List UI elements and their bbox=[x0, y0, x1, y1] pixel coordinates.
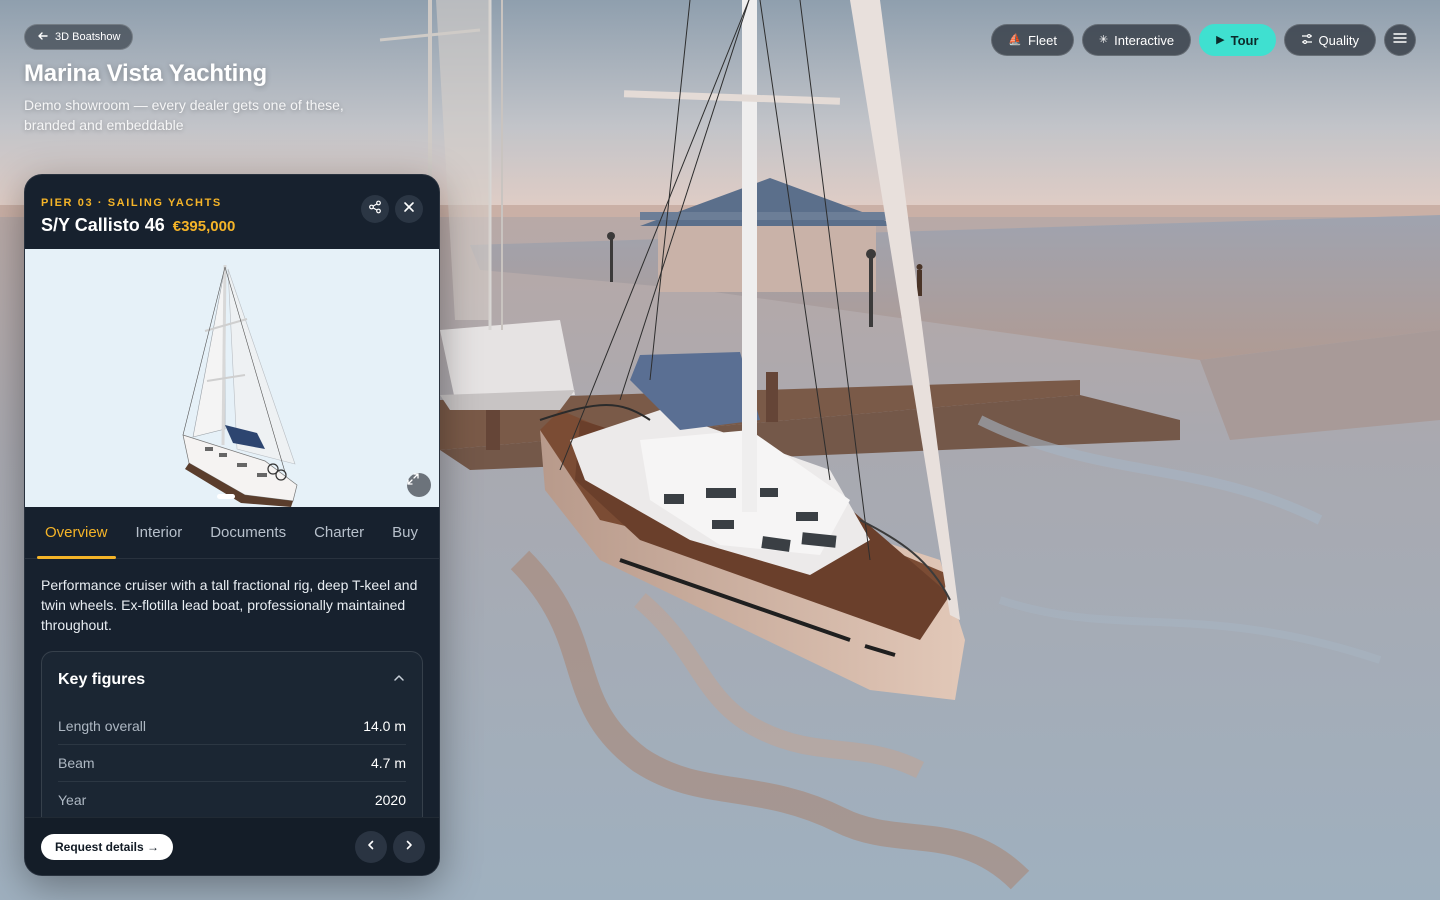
tab-charter[interactable]: Charter bbox=[306, 507, 372, 559]
arrow-left-icon bbox=[37, 30, 49, 44]
key-figure-label: Beam bbox=[58, 755, 95, 771]
sparkle-icon: ✳ bbox=[1098, 33, 1109, 46]
fleet-button[interactable]: ⛵ Fleet bbox=[991, 24, 1074, 56]
key-figure-row: Year 2020 bbox=[58, 782, 406, 819]
overview-content: Performance cruiser with a tall fraction… bbox=[25, 559, 439, 831]
sliders-icon bbox=[1301, 33, 1313, 48]
yacht-price: €395,000 bbox=[172, 218, 236, 235]
interactive-label: Interactive bbox=[1114, 32, 1175, 48]
key-figure-value: 4.7 m bbox=[370, 755, 406, 771]
close-button[interactable] bbox=[395, 195, 423, 223]
yacht-name: S/Y Callisto 46 bbox=[41, 215, 165, 235]
back-to-boatshow-button[interactable]: 3D Boatshow bbox=[24, 24, 134, 50]
interactive-button[interactable]: ✳ Interactive bbox=[1081, 24, 1192, 56]
fleet-label: Fleet bbox=[1028, 32, 1057, 48]
top-toolbar: ⛵ Fleet ✳ Interactive ▶ Tour Quality bbox=[991, 24, 1416, 56]
listing-footer: Request details → bbox=[25, 817, 439, 875]
key-figures-card: Key figures Length overall 14.0 m Beam 4… bbox=[41, 651, 423, 831]
menu-button[interactable] bbox=[1384, 24, 1416, 56]
hamburger-icon bbox=[1393, 31, 1407, 49]
showroom-subtitle: Demo showroom — every dealer gets one of… bbox=[24, 97, 344, 133]
previous-yacht-button[interactable] bbox=[355, 831, 387, 863]
next-yacht-button[interactable] bbox=[393, 831, 425, 863]
sailboat-icon: ⛵ bbox=[1008, 33, 1023, 46]
play-icon: ▶ bbox=[1216, 33, 1225, 46]
close-icon bbox=[403, 200, 415, 218]
tab-documents[interactable]: Documents bbox=[202, 507, 294, 559]
yacht-listing-panel: PIER 03 · SAILING YACHTS S/Y Callisto 46… bbox=[24, 174, 440, 876]
key-figure-label: Year bbox=[58, 792, 87, 808]
share-button[interactable] bbox=[361, 195, 389, 223]
chevron-left-icon bbox=[365, 838, 377, 856]
quality-label: Quality bbox=[1318, 32, 1359, 48]
key-figure-value: 14.0 m bbox=[363, 718, 406, 734]
yacht-preview-render bbox=[182, 264, 298, 507]
chevron-up-icon bbox=[392, 671, 406, 690]
chevron-right-icon bbox=[403, 838, 415, 856]
tour-button[interactable]: ▶ Tour bbox=[1199, 24, 1276, 56]
yacht-description: Performance cruiser with a tall fraction… bbox=[41, 577, 418, 633]
back-label: 3D Boatshow bbox=[55, 31, 121, 43]
listing-header: PIER 03 · SAILING YACHTS S/Y Callisto 46… bbox=[25, 175, 439, 249]
showroom-title: Marina Vista Yachting bbox=[24, 60, 268, 87]
tour-label: Tour bbox=[1230, 32, 1259, 48]
share-icon bbox=[368, 200, 382, 219]
listing-tabs: Overview Interior Documents Charter Buy bbox=[25, 507, 439, 559]
key-figures-title: Key figures bbox=[58, 671, 146, 688]
tab-buy[interactable]: Buy bbox=[384, 507, 426, 559]
quality-button[interactable]: Quality bbox=[1283, 24, 1376, 56]
key-figure-label: Length overall bbox=[58, 718, 146, 734]
tab-interior[interactable]: Interior bbox=[128, 507, 191, 559]
key-figures-toggle[interactable]: Key figures bbox=[58, 652, 406, 708]
yacht-3d-preview[interactable] bbox=[25, 249, 439, 507]
key-figure-row: Length overall 14.0 m bbox=[58, 708, 406, 745]
expand-viewer-button[interactable] bbox=[407, 473, 431, 497]
key-figure-value: 2020 bbox=[374, 792, 406, 808]
request-details-button[interactable]: Request details → bbox=[41, 833, 174, 860]
carousel-indicator[interactable] bbox=[217, 494, 235, 499]
key-figure-row: Beam 4.7 m bbox=[58, 745, 406, 782]
tab-overview[interactable]: Overview bbox=[37, 507, 116, 559]
